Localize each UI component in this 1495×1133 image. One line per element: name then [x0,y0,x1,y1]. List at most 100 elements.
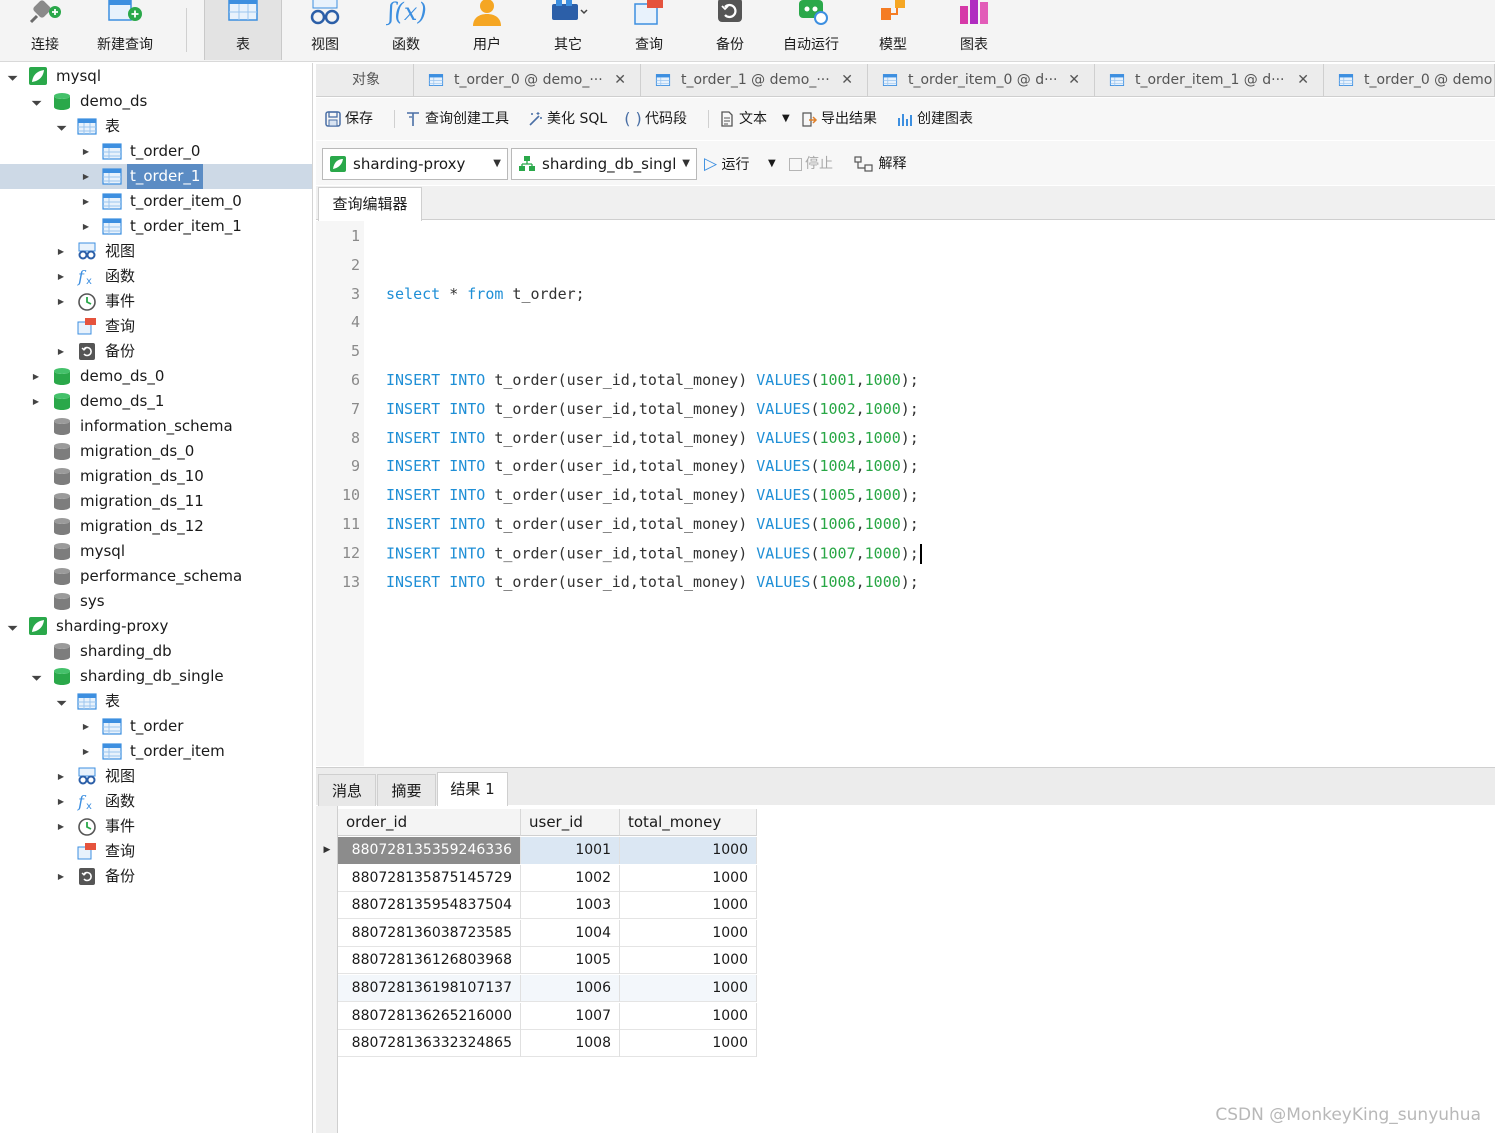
tree-node-db-grey[interactable]: sharding_db [0,639,312,664]
expand-arrow-right-icon[interactable]: ▶ [54,339,68,364]
cell-user-id[interactable]: 1005 [521,947,620,975]
tree-node-table[interactable]: ▶ t_order [0,714,312,739]
column-header-user-id[interactable]: user_id [521,809,620,836]
tree-node-backups[interactable]: ▶ 备份 [0,339,312,364]
tree-node-db-green[interactable]: ▶ demo_ds_0 [0,364,312,389]
cell-user-id[interactable]: 1008 [521,1030,620,1058]
cell-total-money[interactable]: 1000 [620,919,757,947]
tree-node-tables[interactable]: ◢ 表 [0,114,312,139]
code-line[interactable]: INSERT INTO t_order(user_id,total_money)… [386,515,919,533]
toolbar-plug-button[interactable]: 连接 [6,0,84,60]
cell-order-id[interactable]: 880728136332324865 [338,1030,521,1058]
expand-arrow-right-icon[interactable]: ▶ [54,239,68,264]
expand-arrow-right-icon[interactable]: ▶ [79,164,93,189]
cell-order-id[interactable]: 880728136038723585 [338,919,521,947]
close-icon[interactable]: ✕ [614,64,626,97]
table-row[interactable]: 880728136332324865 1008 1000 [338,1030,757,1058]
expand-arrow-right-icon[interactable]: ▶ [54,289,68,314]
connection-select[interactable]: sharding-proxy ▼ [322,148,508,180]
toolbar-view-button[interactable]: 视图 [286,0,364,60]
tree-node-connection[interactable]: ◢ mysql [0,64,312,89]
cell-order-id[interactable]: 880728136265216000 [338,1002,521,1030]
tree-node-events[interactable]: ▶ 事件 [0,814,312,839]
toolbar-new-query-button[interactable]: 新建查询 [86,0,164,60]
tab-result-2[interactable]: 结果 1 [437,772,508,807]
run-options-dropdown[interactable]: ▼ [768,153,776,175]
database-select[interactable]: sharding_db_singl ▼ [511,148,697,180]
cell-user-id[interactable]: 1007 [521,1002,620,1030]
table-row[interactable]: 880728135359246336 1001 1000 [338,837,757,864]
create-chart-button[interactable]: 创建图表 [896,106,973,132]
tree-node-table[interactable]: ▶ t_order_1 [0,164,312,189]
tab-objects[interactable]: 对象 [316,64,414,97]
expand-arrow-down-icon[interactable]: ◢ [47,688,75,716]
table-row[interactable]: 880728135875145729 1002 1000 [338,864,757,892]
tree-node-db-grey[interactable]: migration_ds_10 [0,464,312,489]
expand-arrow-right-icon[interactable]: ▶ [54,814,68,839]
tree-node-db-grey[interactable]: migration_ds_12 [0,514,312,539]
beautify-sql-button[interactable]: 美化 SQL [526,106,607,132]
tab-result-1[interactable]: 摘要 [377,774,436,806]
code-line[interactable]: INSERT INTO t_order(user_id,total_money)… [386,457,919,475]
tab-result-0[interactable]: 消息 [318,774,376,806]
column-header-order-id[interactable]: order_id [338,809,521,836]
code-line[interactable]: INSERT INTO t_order(user_id,total_money)… [386,486,919,504]
code-line[interactable]: INSERT INTO t_order(user_id,total_money)… [386,371,919,389]
stop-button[interactable]: 停止 [789,153,833,175]
expand-arrow-right-icon[interactable]: ▶ [54,789,68,814]
tab-table-editor[interactable]: t_order_item_1 @ d··· ✕ [1095,64,1324,97]
tree-node-table[interactable]: ▶ t_order_item_0 [0,189,312,214]
code-line[interactable]: INSERT INTO t_order(user_id,total_money)… [386,429,919,447]
expand-arrow-down-icon[interactable]: ◢ [0,613,26,641]
code-line[interactable]: INSERT INTO t_order(user_id,total_money)… [386,573,919,591]
cell-order-id[interactable]: 880728136198107137 [338,975,521,1002]
expand-arrow-right-icon[interactable]: ▶ [29,364,43,389]
cell-order-id[interactable]: 880728135954837504 [338,892,521,920]
cell-order-id[interactable]: 880728135875145729 [338,864,521,892]
tree-node-db-grey[interactable]: migration_ds_0 [0,439,312,464]
tree-node-db-grey[interactable]: performance_schema [0,564,312,589]
expand-arrow-right-icon[interactable]: ▶ [54,264,68,289]
run-button[interactable]: ▷ 运行 [704,153,750,175]
tab-table-editor[interactable]: t_order_0 @ demo [1324,64,1495,97]
expand-arrow-right-icon[interactable]: ▶ [79,739,93,764]
cell-user-id[interactable]: 1003 [521,892,620,920]
table-row[interactable]: 880728136038723585 1004 1000 [338,919,757,947]
cell-order-id[interactable]: 880728135359246336 [338,837,521,864]
toolbar-backup-button[interactable]: 备份 [691,0,769,60]
expand-arrow-down-icon[interactable]: ◢ [22,663,50,691]
toolbar-function-button[interactable]: ʃ(x) 函数 [367,0,445,60]
expand-arrow-down-icon[interactable]: ◢ [0,63,26,90]
cell-order-id[interactable]: 880728136126803968 [338,947,521,975]
cell-total-money[interactable]: 1000 [620,975,757,1002]
cell-user-id[interactable]: 1004 [521,919,620,947]
text-mode-dropdown[interactable]: ▼ [782,106,790,132]
tree-node-table[interactable]: ▶ t_order_item [0,739,312,764]
tree-node-tables[interactable]: ◢ 表 [0,689,312,714]
expand-arrow-right-icon[interactable]: ▶ [29,389,43,414]
tree-node-db-grey[interactable]: sys [0,589,312,614]
close-icon[interactable]: ✕ [841,64,853,97]
toolbar-chart-button[interactable]: 图表 [935,0,1013,60]
cell-total-money[interactable]: 1000 [620,1030,757,1058]
sql-editor[interactable]: 1 2 3 4 5 6 7 8 9 10 11 12 13 select * from t_order;… [316,221,1495,766]
tree-node-views[interactable]: ▶ 视图 [0,239,312,264]
column-header-total-money[interactable]: total_money [620,809,757,836]
tree-node-db-green[interactable]: ▶ demo_ds_1 [0,389,312,414]
cell-total-money[interactable]: 1000 [620,837,757,864]
cell-user-id[interactable]: 1006 [521,975,620,1002]
cell-total-money[interactable]: 1000 [620,864,757,892]
query-builder-button[interactable]: 查询创建工具 [404,106,509,132]
text-mode-button[interactable]: 文本 [718,106,767,132]
tab-query-editor[interactable]: 查询编辑器 [318,187,422,221]
cell-total-money[interactable]: 1000 [620,892,757,920]
toolbar-auto-run-button[interactable]: 自动运行 [772,0,850,60]
table-row[interactable]: 880728136126803968 1005 1000 [338,947,757,975]
expand-arrow-down-icon[interactable]: ◢ [47,113,75,141]
expand-arrow-right-icon[interactable]: ▶ [79,714,93,739]
toolbar-model-button[interactable]: 模型 [854,0,932,60]
export-results-button[interactable]: 导出结果 [800,106,877,132]
tree-node-table[interactable]: ▶ t_order_0 [0,139,312,164]
code-line[interactable]: INSERT INTO t_order(user_id,total_money)… [386,543,922,564]
toolbar-table-button[interactable]: 表 [204,0,282,60]
